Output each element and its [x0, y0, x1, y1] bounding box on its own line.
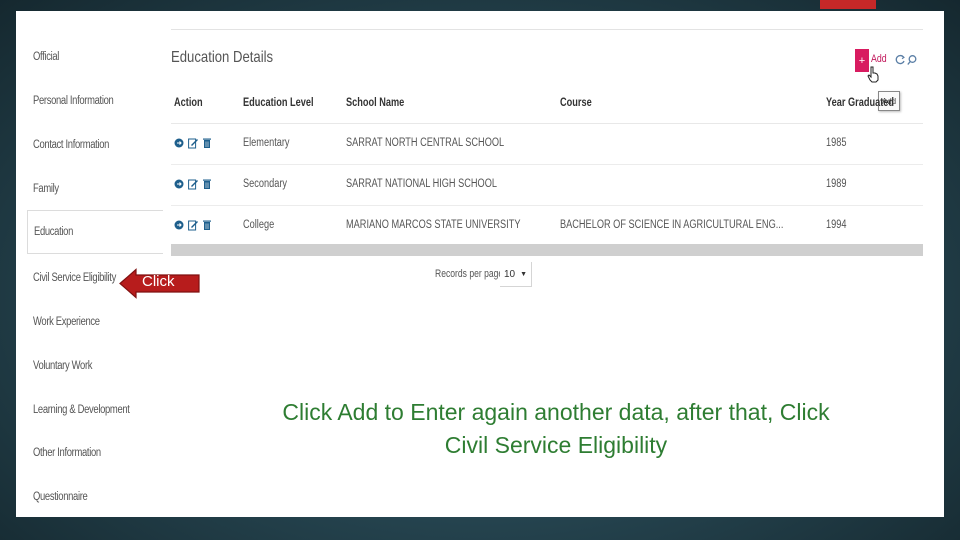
hand-cursor-icon — [867, 66, 879, 83]
sidebar-item-label: Civil Service Eligibility — [33, 272, 116, 284]
cell-school-name: SARRAT NATIONAL HIGH SCHOOL — [346, 178, 497, 190]
add-link[interactable]: Add — [871, 53, 891, 65]
sidebar-item-work-experience[interactable]: Work Experience — [27, 300, 163, 344]
search-icon[interactable] — [906, 54, 918, 66]
table-row: Elementary SARRAT NORTH CENTRAL SCHOOL 1… — [171, 124, 923, 165]
column-header-course[interactable]: Course — [560, 97, 600, 109]
instruction-line-1: Click Add to Enter again another data, a… — [282, 399, 830, 425]
sidebar-item-label: Official — [33, 51, 60, 63]
sidebar-item-label: Other Information — [33, 447, 101, 459]
edit-icon[interactable] — [188, 137, 198, 149]
view-icon[interactable] — [174, 219, 184, 231]
cell-education-level: Elementary — [243, 137, 290, 149]
records-per-page-value: 10 — [504, 268, 516, 280]
sidebar-item-contact-information[interactable]: Contact Information — [27, 123, 163, 167]
table-header: Action Education Level School Name Cours… — [171, 83, 923, 124]
sidebar-item-other-information[interactable]: Other Information — [27, 431, 163, 475]
cell-year-graduated: 1989 — [826, 178, 847, 190]
instruction-text: Click Add to Enter again another data, a… — [211, 396, 901, 462]
table-row: Secondary SARRAT NATIONAL HIGH SCHOOL 19… — [171, 165, 923, 206]
cell-education-level: College — [243, 219, 275, 231]
sidebar: Official Personal Information Contact In… — [16, 11, 164, 517]
cell-education-level: Secondary — [243, 178, 287, 190]
column-header-action[interactable]: Action — [174, 97, 210, 109]
row-actions — [174, 178, 212, 190]
cell-school-name: MARIANO MARCOS STATE UNIVERSITY — [346, 219, 521, 231]
view-icon[interactable] — [174, 137, 184, 149]
callout-label: Click — [142, 273, 175, 290]
instruction-line-2: Civil Service Eligibility — [444, 432, 668, 458]
sidebar-item-label: Family — [33, 183, 59, 195]
sidebar-item-label: Contact Information — [33, 139, 110, 151]
column-header-year-graduated[interactable]: Year Graduated — [826, 97, 911, 109]
refresh-icon[interactable] — [894, 54, 906, 66]
delete-icon[interactable] — [202, 137, 212, 149]
panel-divider — [171, 29, 923, 30]
cell-school-name: SARRAT NORTH CENTRAL SCHOOL — [346, 137, 505, 149]
view-icon[interactable] — [174, 178, 184, 190]
row-actions — [174, 219, 212, 231]
plus-icon: + — [858, 54, 866, 67]
sidebar-item-personal-information[interactable]: Personal Information — [27, 79, 163, 123]
sidebar-item-voluntary-work[interactable]: Voluntary Work — [27, 344, 163, 388]
sidebar-item-family[interactable]: Family — [27, 167, 163, 211]
cell-year-graduated: 1994 — [826, 219, 847, 231]
column-header-school-name[interactable]: School Name — [346, 97, 419, 109]
horizontal-scrollbar[interactable] — [171, 244, 923, 256]
education-table: Action Education Level School Name Cours… — [171, 83, 923, 247]
sidebar-item-learning-development[interactable]: Learning & Development — [27, 388, 163, 432]
cell-year-graduated: 1985 — [826, 137, 847, 149]
sidebar-item-education[interactable]: Education — [27, 210, 163, 254]
slide: Official Personal Information Contact In… — [16, 11, 944, 517]
sidebar-item-official[interactable]: Official — [27, 35, 163, 79]
sidebar-item-label: Learning & Development — [33, 404, 130, 416]
delete-icon[interactable] — [202, 219, 212, 231]
delete-icon[interactable] — [202, 178, 212, 190]
sidebar-item-label: Voluntary Work — [33, 360, 93, 372]
top-accent-bar — [820, 0, 876, 9]
edit-icon[interactable] — [188, 178, 198, 190]
sidebar-item-label: Questionnaire — [33, 491, 88, 503]
edit-icon[interactable] — [188, 219, 198, 231]
dropdown-arrow-icon: ▼ — [520, 270, 527, 278]
row-actions — [174, 137, 212, 149]
sidebar-item-label: Education — [34, 226, 74, 238]
sidebar-item-questionnaire[interactable]: Questionnaire — [27, 475, 163, 519]
page-title: Education Details — [171, 49, 274, 66]
sidebar-item-label: Work Experience — [33, 316, 100, 328]
sidebar-item-label: Personal Information — [33, 95, 114, 107]
column-header-education-level[interactable]: Education Level — [243, 97, 331, 109]
records-per-page-select[interactable]: 10 ▼ — [500, 262, 532, 287]
table-row: College MARIANO MARCOS STATE UNIVERSITY … — [171, 206, 923, 247]
cell-course: BACHELOR OF SCIENCE IN AGRICULTURAL ENG.… — [560, 219, 784, 231]
